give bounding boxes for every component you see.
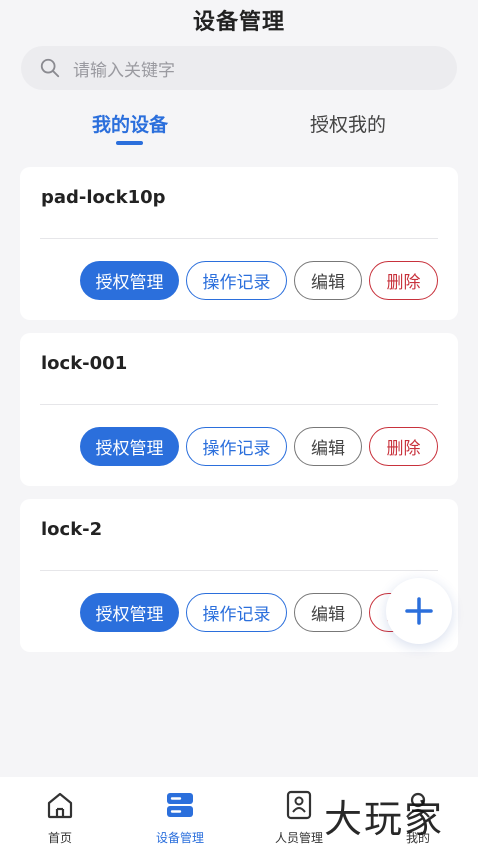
search-icon: [40, 58, 60, 78]
delete-button[interactable]: 删除: [369, 427, 438, 466]
page-title: 设备管理: [192, 10, 285, 35]
edit-button[interactable]: 编辑: [294, 593, 362, 632]
watermark-logo: 大玩家: [324, 797, 445, 841]
device-card: pad-lock10p 授权管理 操作记录 编辑 删除: [20, 167, 458, 320]
device-card: lock-001 授权管理 操作记录 编辑 删除: [20, 333, 458, 486]
search-bar[interactable]: 请输入关键字: [21, 46, 457, 90]
nav-label: 首页: [47, 831, 72, 845]
divider: [40, 404, 438, 405]
auth-management-button[interactable]: 授权管理: [80, 427, 179, 466]
edit-button[interactable]: 编辑: [294, 427, 362, 466]
plus-icon: [405, 597, 433, 625]
device-name: lock-001: [41, 353, 128, 374]
operation-log-button[interactable]: 操作记录: [186, 261, 287, 300]
nav-item-devices[interactable]: 设备管理: [120, 789, 240, 847]
nav-label: 人员管理: [274, 831, 323, 845]
auth-management-button[interactable]: 授权管理: [80, 261, 179, 300]
divider: [40, 238, 438, 239]
device-name: pad-lock10p: [41, 187, 166, 208]
nav-label: 设备管理: [155, 831, 204, 845]
divider: [40, 570, 438, 571]
operation-log-button[interactable]: 操作记录: [186, 593, 287, 632]
tab-my-devices[interactable]: 我的设备: [50, 110, 210, 137]
add-device-button[interactable]: [386, 578, 452, 644]
nav-item-home[interactable]: 首页: [0, 789, 120, 847]
search-input[interactable]: 请输入关键字: [73, 56, 175, 81]
home-icon: [47, 792, 73, 819]
tab-bar: 我的设备 授权我的: [0, 110, 478, 150]
tab-authorized-to-me[interactable]: 授权我的: [268, 110, 428, 137]
device-name: lock-2: [41, 519, 103, 540]
device-icon: [167, 793, 193, 817]
delete-button[interactable]: 删除: [369, 261, 438, 300]
operation-log-button[interactable]: 操作记录: [186, 427, 287, 466]
auth-management-button[interactable]: 授权管理: [80, 593, 179, 632]
person-icon: [286, 790, 312, 820]
edit-button[interactable]: 编辑: [294, 261, 362, 300]
device-management-page: 设备管理 请输入关键字 我的设备 授权我的 pad-lock10p 授权管理 操…: [0, 0, 478, 850]
active-tab-indicator: [116, 141, 143, 145]
